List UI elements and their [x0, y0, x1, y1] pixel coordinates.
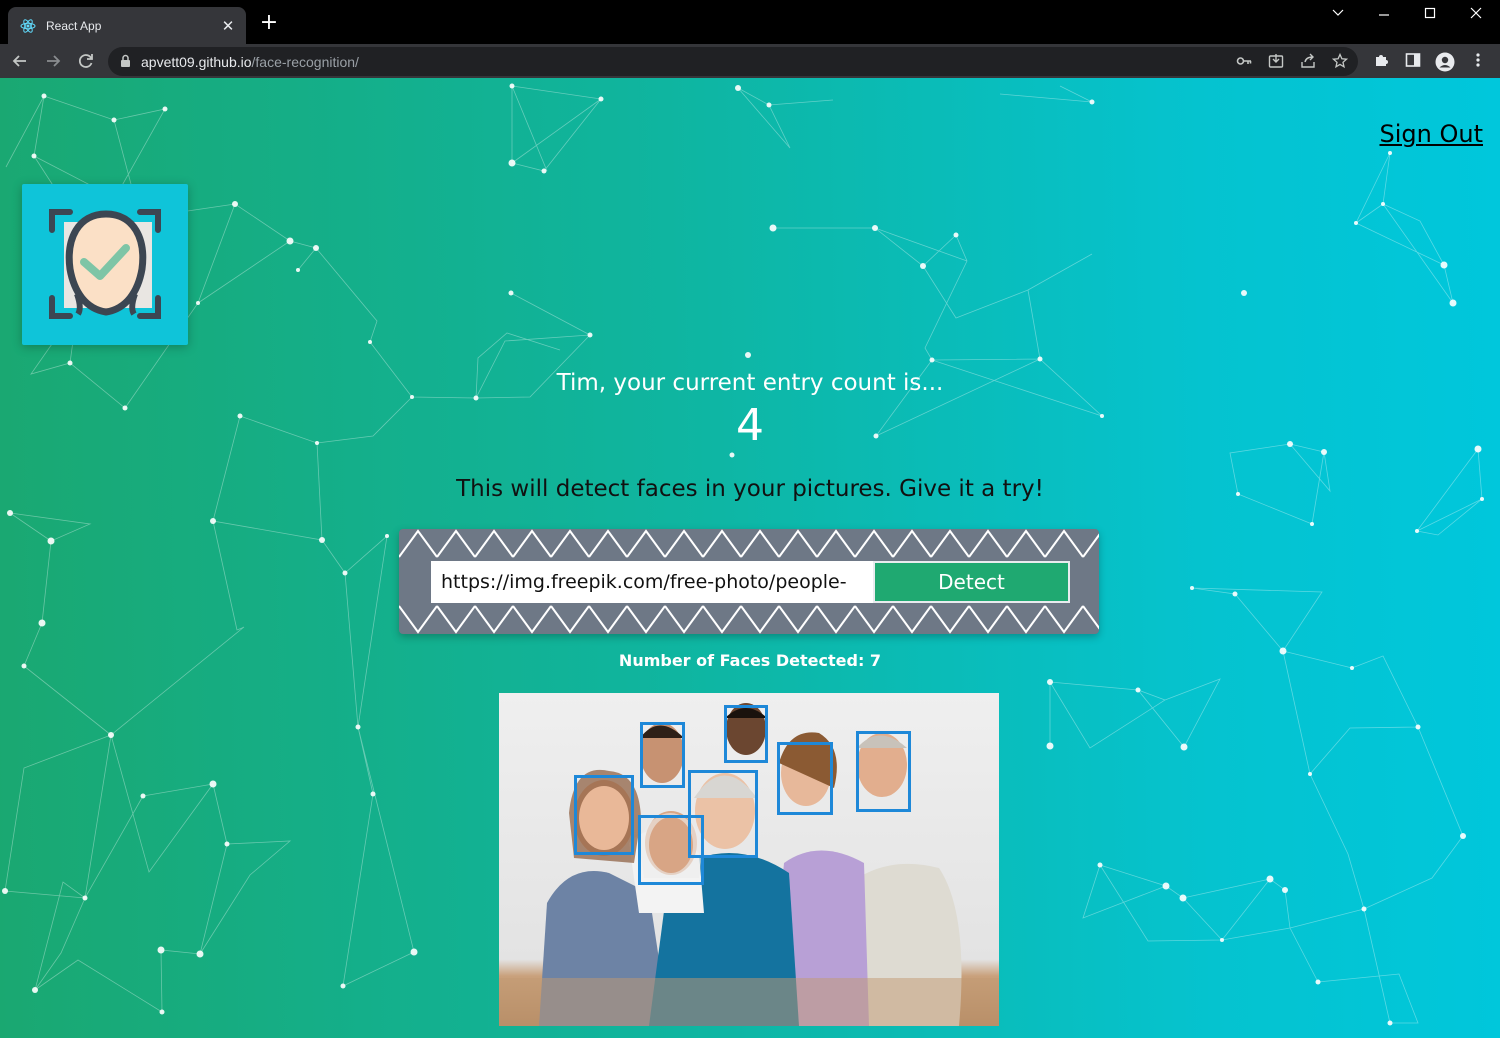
face-box: [640, 722, 685, 788]
back-icon[interactable]: [9, 51, 31, 73]
face-box: [574, 775, 634, 855]
image-link-form: Detect: [399, 529, 1099, 634]
maximize-icon[interactable]: [1415, 6, 1445, 26]
sign-out-link[interactable]: Sign Out: [1380, 120, 1484, 148]
chevron-down-icon[interactable]: [1323, 6, 1353, 26]
page-content: Sign Out Tim, your current entry count i…: [0, 78, 1500, 1038]
browser-titlebar: React App ✕ +: [0, 0, 1500, 44]
face-box: [638, 815, 704, 885]
tab-title: React App: [46, 18, 102, 33]
face-box: [724, 705, 768, 763]
detected-image: [499, 693, 999, 1026]
image-url-input[interactable]: [431, 561, 873, 603]
profile-avatar-icon[interactable]: [1435, 52, 1455, 72]
entry-count-label: Tim, your current entry count is...: [556, 370, 944, 396]
close-window-icon[interactable]: [1461, 6, 1491, 26]
react-icon: [20, 18, 36, 33]
new-tab-icon[interactable]: +: [258, 12, 280, 34]
browser-tab[interactable]: React App ✕: [8, 7, 246, 44]
face-check-icon: [49, 209, 161, 319]
extensions-icon[interactable]: [1371, 52, 1391, 72]
bookmark-star-icon[interactable]: [1331, 52, 1349, 71]
url-host: apvett09.github.io: [141, 54, 252, 70]
menu-kebab-icon[interactable]: [1468, 52, 1488, 72]
detect-button[interactable]: Detect: [873, 561, 1070, 603]
share-icon[interactable]: [1299, 53, 1317, 71]
url-path: /face-recognition/: [251, 54, 359, 70]
side-panel-icon[interactable]: [1403, 52, 1423, 72]
browser-toolbar: apvett09.github.io/face-recognition/: [0, 44, 1500, 78]
forward-icon[interactable]: [42, 51, 64, 73]
app-logo[interactable]: [22, 184, 188, 345]
install-app-icon[interactable]: [1267, 53, 1285, 71]
faces-detected-count: Number of Faces Detected: 7: [618, 651, 882, 670]
url-text: apvett09.github.io/face-recognition/: [141, 54, 359, 70]
close-tab-icon[interactable]: ✕: [220, 17, 236, 35]
reload-icon[interactable]: [75, 51, 97, 73]
description-text: This will detect faces in your pictures.…: [456, 476, 1044, 502]
key-icon[interactable]: [1235, 53, 1253, 71]
face-box: [777, 742, 833, 815]
lock-icon: [121, 54, 130, 67]
face-box: [856, 731, 911, 812]
entry-count-value: 4: [736, 400, 764, 451]
address-bar[interactable]: apvett09.github.io/face-recognition/: [108, 47, 1358, 76]
minimize-icon[interactable]: [1369, 6, 1399, 26]
